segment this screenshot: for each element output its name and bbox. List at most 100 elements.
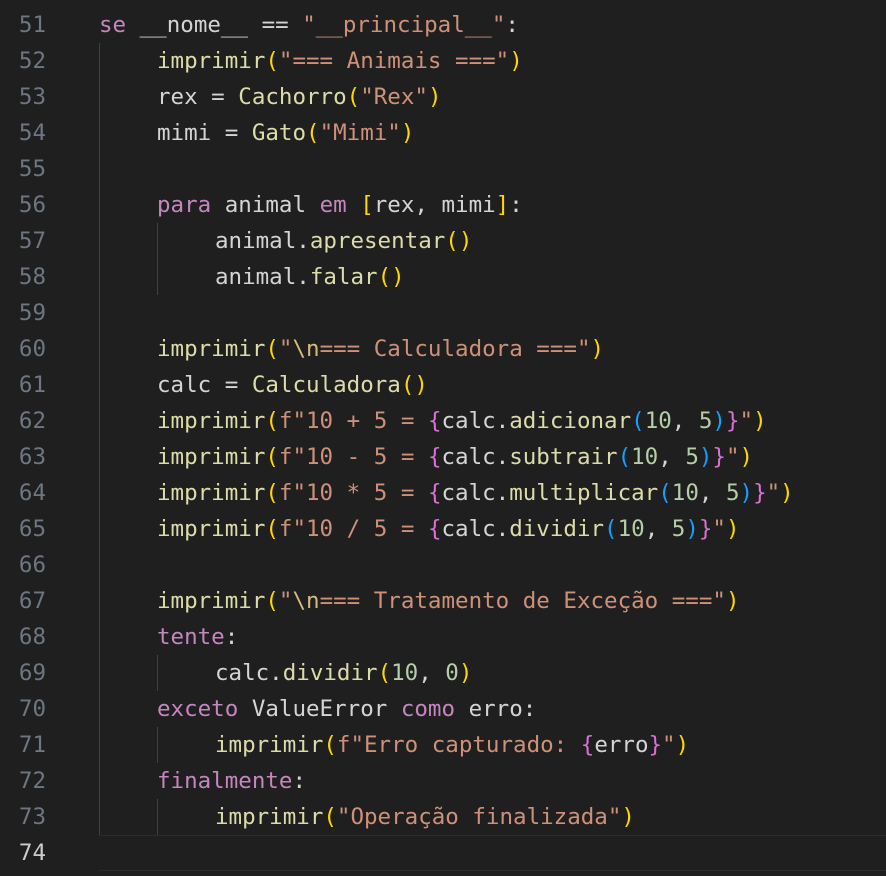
code-token: falar [309,264,378,290]
code-line[interactable]: 60 imprimir("\n=== Calculadora ===") [0,331,886,367]
code-token: ( [631,408,645,434]
line-number: 59 [18,300,46,326]
code-token: ( [265,48,279,74]
code-token: rex, mimi [373,192,496,218]
code-line[interactable]: 56 para animal em [rex, mimi]: [0,187,886,223]
code-token: "Operação finalizada" [336,804,622,830]
code-token: { [427,516,442,542]
code-token: 5 [685,444,699,470]
code-token: 5 [725,480,740,506]
code-token: { [427,408,442,434]
code-text: para animal em [rex, mimi]: [99,187,886,223]
code-token: { [427,444,442,470]
code-line[interactable]: 73 imprimir("Operação finalizada") [0,799,886,835]
code-token: ( [323,732,337,758]
code-token: calc. [441,444,510,470]
line-number: 62 [18,408,46,434]
code-token: () [400,372,428,398]
code-token: mimi [157,120,212,146]
code-line[interactable]: 70 exceto ValueError como erro: [0,691,886,727]
line-number: 68 [18,624,46,650]
code-token: 10 [631,444,659,470]
code-line[interactable]: 71 imprimir(f"Erro capturado: {erro}") [0,727,886,763]
code-token: === Tratamento de Exceção ===" [319,588,726,614]
code-line[interactable]: 63 imprimir(f"10 - 5 = {calc.subtrair(10,… [0,439,886,475]
code-token: dividir [282,660,378,686]
code-token: __nome__ [126,12,262,38]
code-line[interactable]: 52 imprimir("=== Animais ===") [0,43,886,79]
code-text: finalmente: [99,763,886,799]
code-token: ( [265,336,279,362]
code-line[interactable]: 67 imprimir("\n=== Tratamento de Exceção … [0,583,886,619]
code-token: } [698,516,713,542]
code-text: animal.apresentar() [99,223,886,259]
code-token: finalmente [157,768,293,794]
code-token: ) [739,444,754,470]
code-token: } [712,444,726,470]
code-line[interactable]: 55 [0,151,886,187]
code-editor[interactable]: 51 se __nome__ == "__principal__": 52 impri… [0,7,886,871]
code-text: imprimir(f"10 * 5 = {calc.multiplicar(10… [99,475,886,511]
code-token: ) [725,516,740,542]
code-line[interactable]: 65 imprimir(f"10 / 5 = {calc.dividir(10, … [0,511,886,547]
code-token: imprimir [157,336,266,362]
code-line[interactable]: 74 [0,835,886,871]
code-token: ( [658,480,672,506]
code-token: imprimir [157,588,266,614]
code-token: erro: [455,696,537,722]
code-token: ( [377,660,392,686]
code-token: imprimir [157,48,266,74]
code-token: ) [400,120,415,146]
code-token: === Calculadora ===" [319,336,591,362]
code-line[interactable]: 57 animal.apresentar() [0,223,886,259]
code-token: animal. [215,264,310,290]
line-number: 51 [18,12,46,38]
code-line[interactable]: 54 mimi = Gato("Mimi") [0,115,886,151]
code-line[interactable]: 51 se __nome__ == "__principal__": [0,7,886,43]
code-token: : [292,768,307,794]
code-line[interactable]: 59 [0,295,886,331]
code-token: erro [594,732,649,758]
code-line[interactable]: 64 imprimir(f"10 * 5 = {calc.multiplicar(… [0,475,886,511]
code-token: imprimir [215,732,324,758]
code-token: : [505,12,519,38]
code-token: animal. [215,228,310,254]
code-token: ( [306,120,320,146]
code-token: ) [458,660,473,686]
code-token: } [753,480,767,506]
code-text: exceto ValueError como erro: [99,691,886,727]
code-token: f"10 - 5 = [278,444,428,470]
code-token: " [766,480,781,506]
code-line[interactable]: 62 imprimir(f"10 + 5 = {calc.adicionar(10… [0,403,886,439]
code-token: } [648,732,663,758]
code-line[interactable]: 72 finalmente: [0,763,886,799]
code-text: animal.falar() [99,259,886,295]
code-line[interactable]: 68 tente: [0,619,886,655]
code-line[interactable]: 53 rex = Cachorro("Rex") [0,79,886,115]
code-text: imprimir(f"10 / 5 = {calc.dividir(10, 5)… [99,511,886,547]
code-line[interactable]: 61 calc = Calculadora() [0,367,886,403]
code-token: calc. [441,408,510,434]
code-token: imprimir [157,480,266,506]
code-text: imprimir("\n=== Tratamento de Exceção ==… [99,583,886,619]
code-line[interactable]: 69 calc.dividir(10, 0) [0,655,886,691]
code-text: imprimir("=== Animais ===") [99,43,886,79]
line-number: 71 [18,732,46,758]
code-token: como [400,696,456,722]
line-number: 55 [18,156,46,182]
code-text: calc = Calculadora() [99,367,886,403]
code-token: f"10 / 5 = [278,516,428,542]
code-token: "Rex" [360,84,428,110]
line-number: 54 [18,120,46,146]
code-token: calc. [215,660,283,686]
code-text: imprimir(f"10 + 5 = {calc.adicionar(10, … [99,403,886,439]
code-token: "Mimi" [319,120,401,146]
code-line[interactable]: 58 animal.falar() [0,259,886,295]
code-line[interactable]: 66 [0,547,886,583]
code-token: para [157,192,212,218]
code-token: ) [427,84,442,110]
code-token: imprimir [157,408,266,434]
code-token: imprimir [157,516,266,542]
code-token: " [662,732,676,758]
